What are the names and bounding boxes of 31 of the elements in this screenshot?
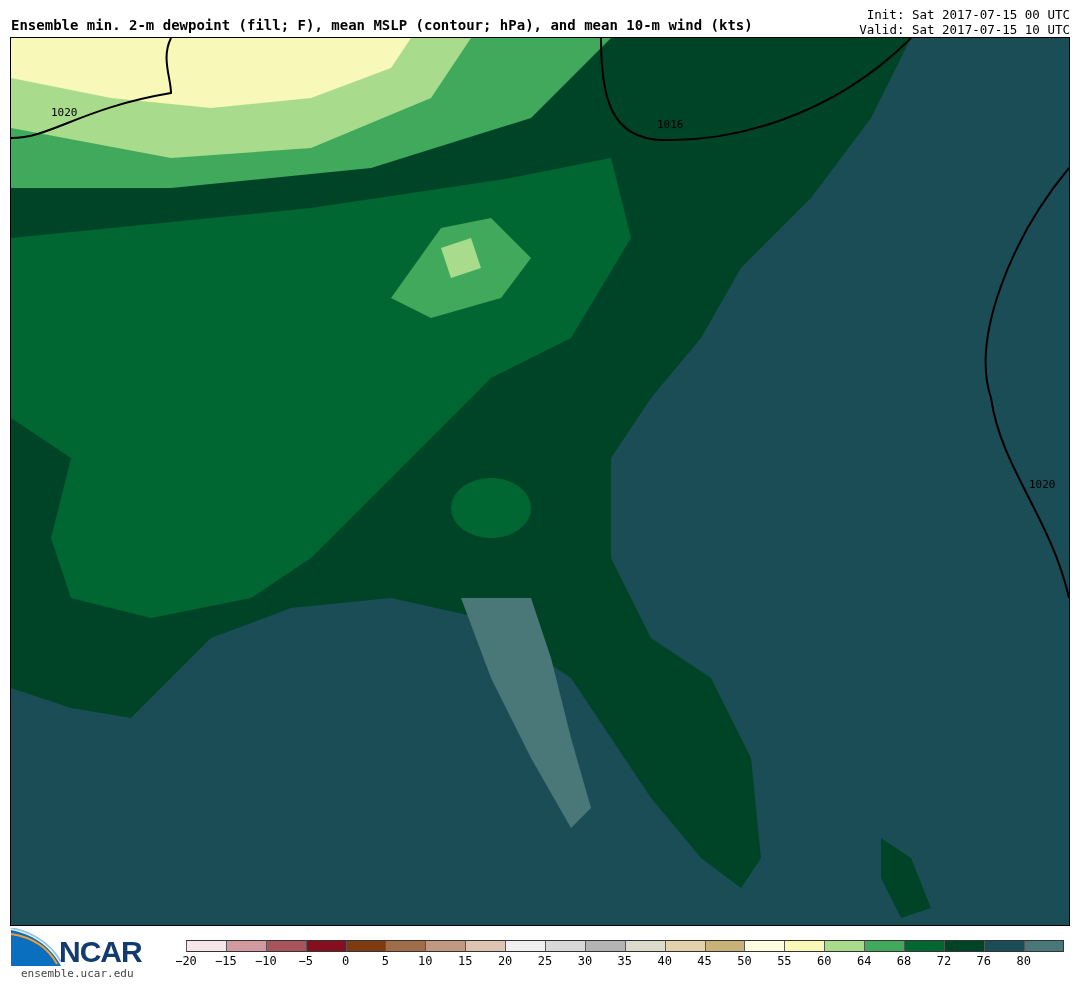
init-time: Init: Sat 2017-07-15 00 UTC <box>866 7 1070 22</box>
scale-label: 50 <box>736 954 753 968</box>
scale-label: 76 <box>975 954 993 968</box>
scale-label: −20 <box>174 954 198 968</box>
scale-label: 5 <box>380 954 391 968</box>
scale-label: 40 <box>656 954 673 968</box>
scale-label: 68 <box>895 954 913 968</box>
website-url: ensemble.ucar.edu <box>21 967 135 980</box>
contour-label: 1016 <box>657 118 684 131</box>
scale-label: 25 <box>536 954 554 968</box>
scale-label: 80 <box>1015 954 1032 968</box>
scale-label: 60 <box>816 954 833 968</box>
chart-title: Ensemble min. 2-m dewpoint (fill; F), mean MSLP (contour; hPa), and mean 10-m wind (kts) <box>11 17 753 35</box>
contour-label: 1020 <box>51 106 78 119</box>
scale-label: 55 <box>776 954 793 968</box>
scale-label: 64 <box>855 954 873 968</box>
contour-label: 1020 <box>1029 478 1056 491</box>
scale-label: 72 <box>935 954 953 968</box>
logo-icon <box>11 928 61 966</box>
scale-label: 15 <box>457 954 474 968</box>
scale-label: 35 <box>616 954 633 968</box>
scale-label: −10 <box>253 954 278 968</box>
scale-label: 20 <box>496 954 514 968</box>
scale-label: 45 <box>696 954 713 968</box>
scale-label: 10 <box>417 954 434 968</box>
scale-label: −5 <box>297 954 314 968</box>
logo-text: NCAR <box>59 938 142 966</box>
valid-time: Valid: Sat 2017-07-15 10 UTC <box>859 22 1070 37</box>
scale-label: 0 <box>340 954 351 968</box>
scale-label: 30 <box>576 954 594 968</box>
scale-label: −15 <box>214 954 238 968</box>
